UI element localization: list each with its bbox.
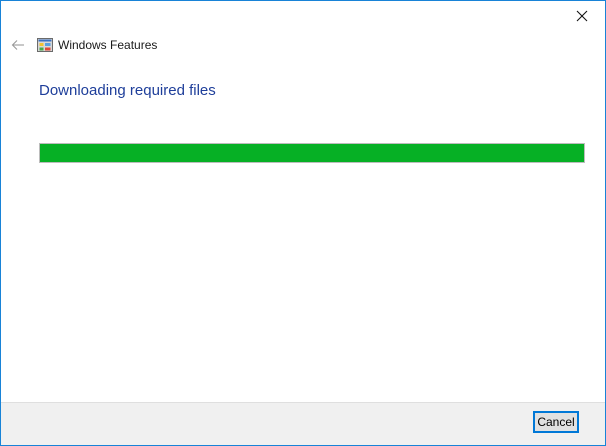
- progress-bar: [39, 143, 585, 163]
- close-icon: [576, 10, 588, 22]
- dialog-footer: Cancel: [1, 402, 605, 445]
- cancel-button[interactable]: Cancel: [533, 411, 579, 433]
- close-button[interactable]: [559, 1, 605, 31]
- back-button[interactable]: [8, 36, 28, 54]
- page-heading: Downloading required files: [39, 82, 216, 99]
- progress-bar-fill: [40, 144, 584, 162]
- windows-features-icon: [37, 38, 53, 52]
- navigation-row: Windows Features: [1, 33, 605, 57]
- title-bar: [1, 1, 605, 31]
- dialog-window: Windows Features Downloading required fi…: [0, 0, 606, 446]
- window-title: Windows Features: [58, 38, 158, 52]
- back-arrow-icon: [11, 40, 24, 50]
